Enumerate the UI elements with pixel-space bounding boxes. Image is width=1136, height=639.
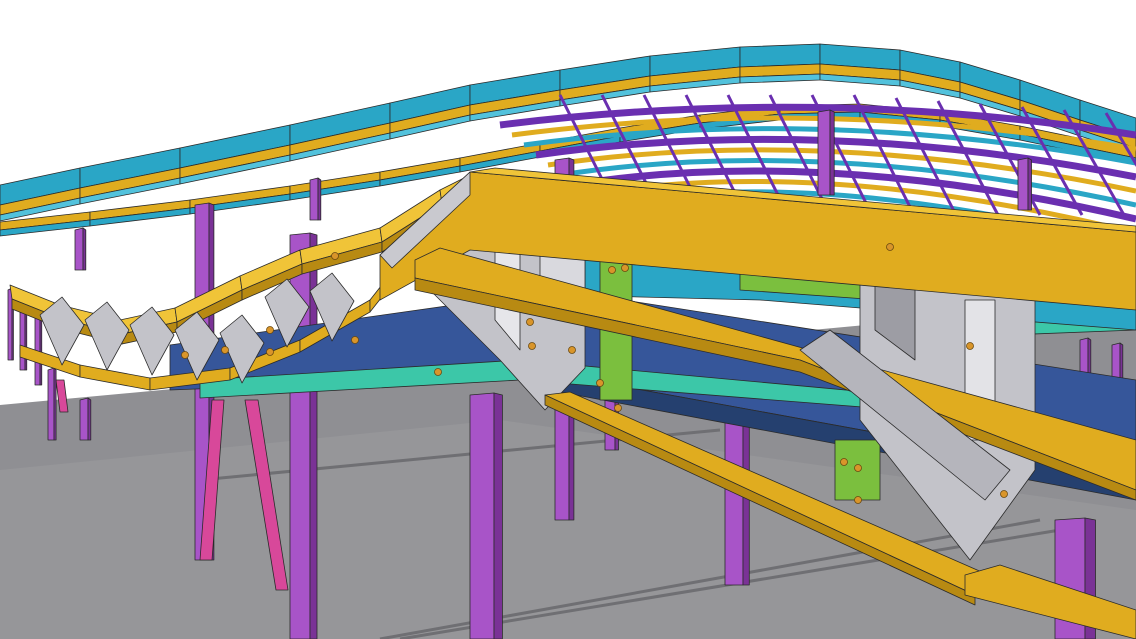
bolt: [608, 266, 616, 274]
bolt: [840, 458, 848, 466]
bolt: [966, 342, 974, 350]
steel-column-side: [87, 397, 92, 441]
bolt: [221, 346, 229, 354]
steel-column: [1017, 157, 1029, 211]
steel-column-side: [493, 392, 503, 639]
steel-column-side: [1027, 157, 1032, 211]
steel-column-side: [317, 177, 322, 221]
steel-column: [74, 227, 84, 271]
bolt: [266, 348, 274, 356]
steel-column: [724, 407, 744, 586]
steel-column: [79, 397, 89, 441]
cyan-purlin-segment: [739, 43, 821, 68]
bolt: [351, 336, 359, 344]
steel-column-side: [829, 109, 835, 196]
steel-column: [469, 392, 495, 639]
bolt: [854, 464, 862, 472]
bolt: [854, 496, 862, 504]
steel-column: [817, 109, 831, 196]
steel-column: [47, 367, 55, 441]
steel-column: [309, 177, 319, 221]
steel-column: [7, 287, 13, 361]
model-viewport[interactable]: [0, 0, 1136, 639]
steel-structure-3d-view[interactable]: [0, 0, 1136, 639]
bolt: [614, 404, 622, 412]
steel-column-side: [53, 367, 57, 441]
bolt: [526, 318, 534, 326]
bolt: [331, 252, 339, 260]
bolt: [886, 243, 894, 251]
bolt: [266, 326, 274, 334]
bolt: [1000, 490, 1008, 498]
bolt: [181, 351, 189, 359]
lower-chord: [79, 364, 151, 391]
bolt: [528, 342, 536, 350]
bolt: [621, 264, 629, 272]
bolt: [434, 368, 442, 376]
bolt: [596, 379, 604, 387]
steel-column-side: [82, 227, 87, 271]
bolt: [568, 346, 576, 354]
